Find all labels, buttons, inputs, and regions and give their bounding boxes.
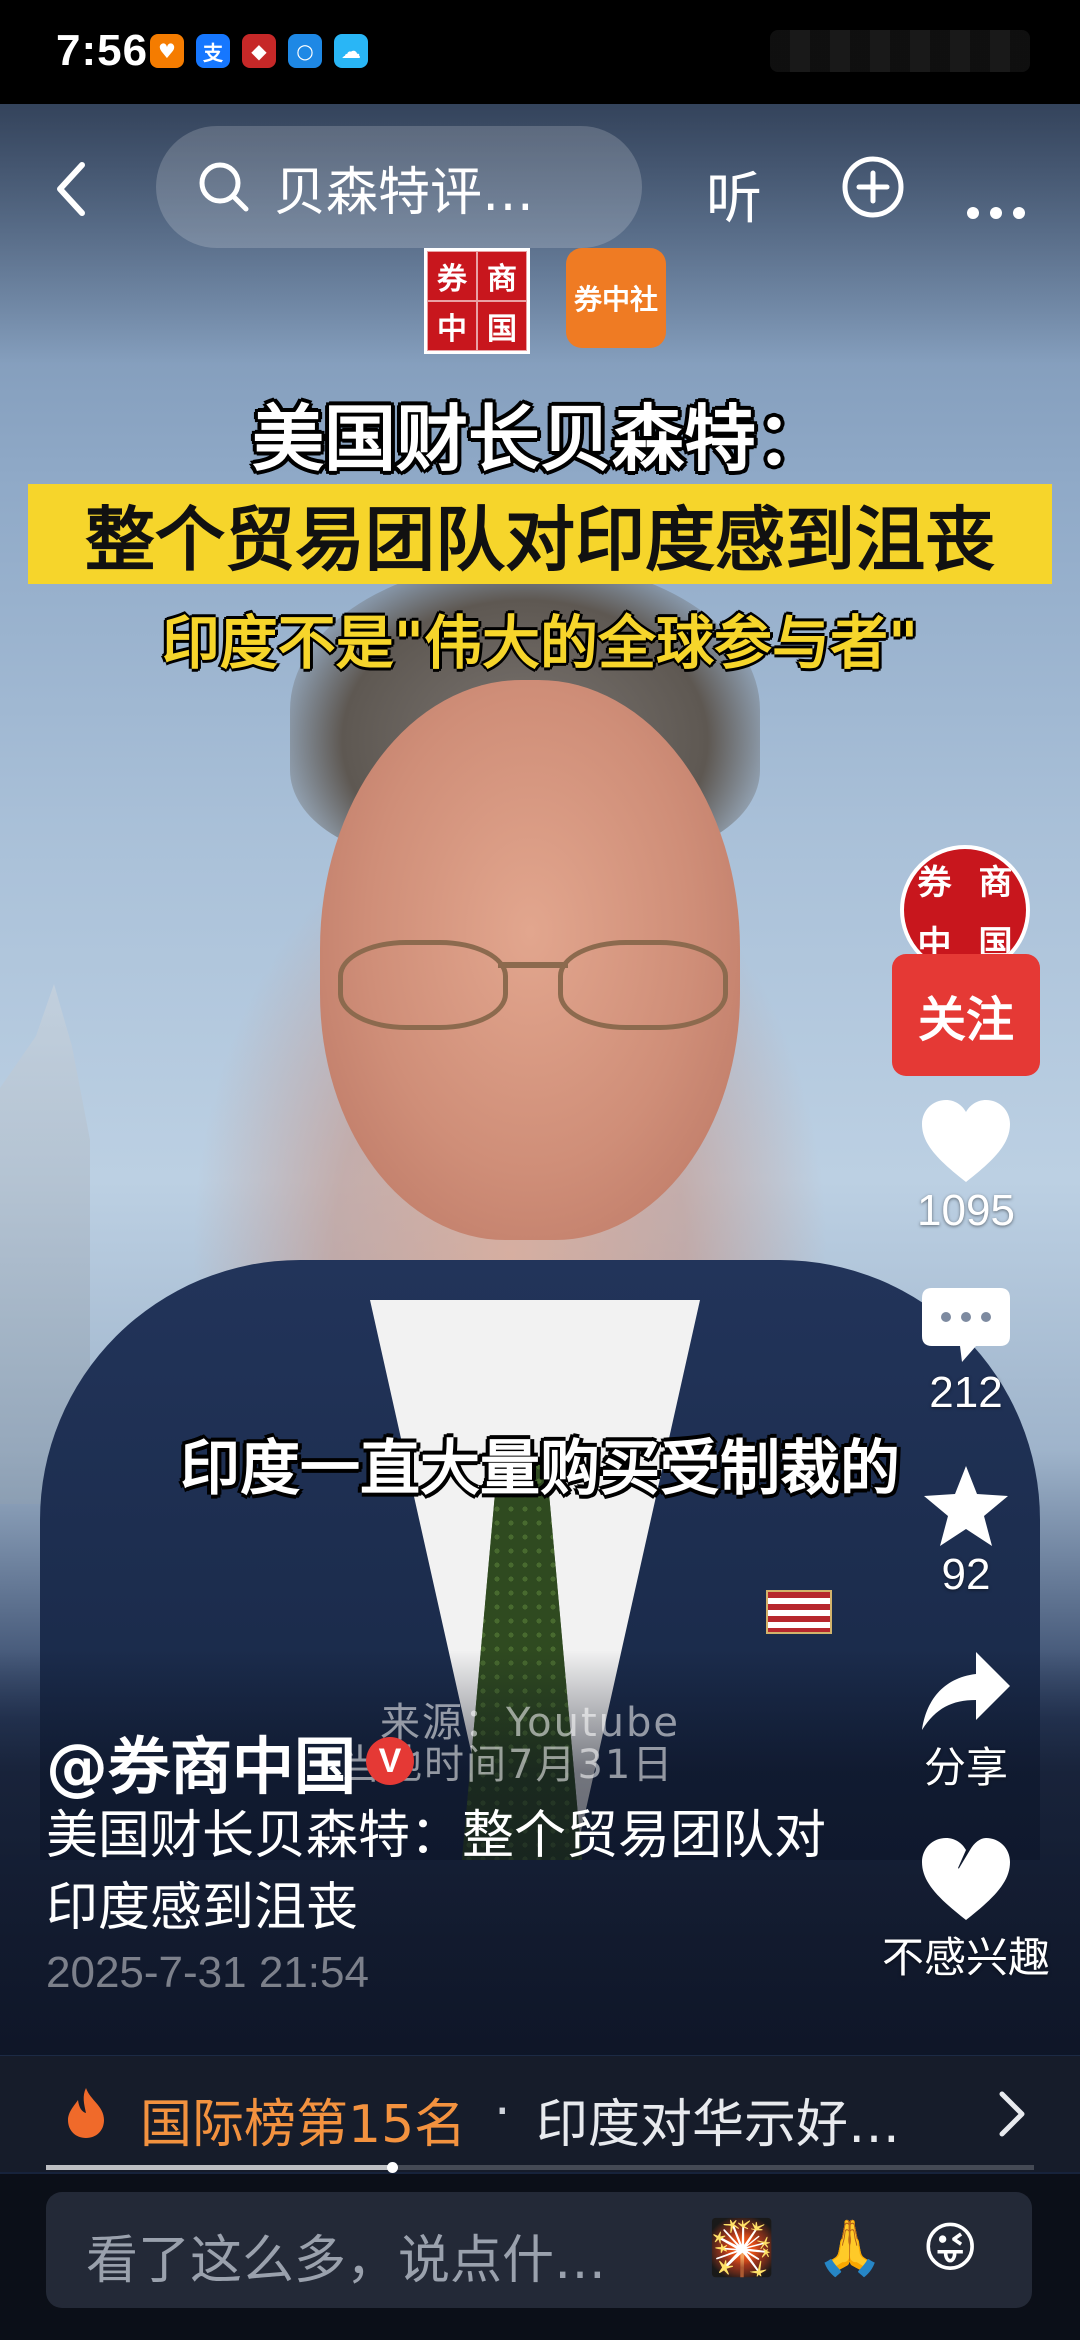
follow-button[interactable]: 关注: [892, 954, 1040, 1076]
search-text: 贝森特评…: [274, 162, 535, 223]
broken-heart-icon: [922, 1838, 1010, 1920]
video-headline-line-2: 整个贸易团队对印度感到沮丧: [28, 484, 1052, 584]
rank-topic: 印度对华示好…: [536, 2095, 901, 2155]
heart-icon: [922, 1100, 1010, 1182]
rank-label: 国际榜第15名: [140, 2095, 467, 2155]
not-interested-label: 不感兴趣: [881, 1933, 1050, 1982]
share-label: 分享: [923, 1743, 1008, 1792]
video-progress-handle[interactable]: [386, 2162, 398, 2173]
comment-placeholder: 看了这么多，说点什…: [86, 2231, 607, 2291]
post-date: 2025-7-31 21:54: [46, 1948, 369, 1997]
comment-bubble-icon: [922, 1288, 1010, 1362]
comment-bar: 看了这么多，说点什… 🎇 🙏 😜: [0, 2174, 1080, 2340]
video-progress-bar[interactable]: [46, 2162, 1034, 2173]
fire-icon: [68, 2088, 104, 2138]
favorite-button[interactable]: 92: [890, 1462, 1042, 1600]
post-description[interactable]: 美国财长贝森特：整个贸易团队对印度感到沮丧: [46, 1800, 846, 1944]
add-button[interactable]: [838, 152, 908, 222]
search-app-icon: ○: [288, 34, 322, 68]
video-headline-line-1: 美国财长贝森特：: [251, 397, 828, 481]
like-count: 1095: [917, 1186, 1015, 1235]
more-dots-icon: [967, 207, 1025, 219]
flag-pin: [766, 1590, 832, 1634]
status-time: 7:56: [56, 26, 149, 75]
weather-app-icon: ☁: [334, 34, 368, 68]
share-button[interactable]: 分享: [890, 1648, 1042, 1795]
comment-count: 212: [929, 1368, 1003, 1417]
video-logos: 券 商 中 国 券中社: [424, 248, 666, 354]
rank-banner[interactable]: 国际榜第15名 · 印度对华示好…: [0, 2056, 1080, 2172]
back-button[interactable]: [40, 154, 100, 224]
brand-seal-logo: 券 商 中 国: [424, 248, 530, 354]
status-bar: 7:56 ♥ 支 ◆ ○ ☁: [0, 0, 1080, 104]
star-icon: [924, 1466, 1008, 1546]
comment-button[interactable]: 212: [890, 1284, 1042, 1418]
listen-button[interactable]: 听: [706, 154, 762, 235]
app-notification-icon: ♥: [150, 34, 184, 68]
speaker-glasses: [338, 940, 728, 1030]
news-app-icon: ◆: [242, 34, 276, 68]
chevron-left-icon: [57, 162, 85, 216]
rank-separator: ·: [494, 2082, 511, 2142]
status-app-icons: ♥ 支 ◆ ○ ☁: [150, 34, 368, 68]
share-arrow-icon: [922, 1652, 1010, 1730]
plus-circle-icon: [842, 156, 904, 218]
like-button[interactable]: 1095: [890, 1098, 1042, 1236]
alipay-icon: 支: [196, 34, 230, 68]
comment-input[interactable]: 看了这么多，说点什… 🎇 🙏 😜: [46, 2192, 1032, 2308]
search-bar[interactable]: 贝森特评…: [156, 126, 642, 248]
fireworks-emoji-button[interactable]: 🎇: [708, 2218, 775, 2278]
not-interested-button[interactable]: 不感兴趣: [860, 1836, 1072, 1985]
favorite-count: 92: [941, 1550, 991, 1599]
brand-badge-logo: 券中社: [566, 248, 666, 348]
more-options-button[interactable]: [966, 170, 1026, 233]
status-indicators: [770, 30, 1030, 72]
author-handle[interactable]: @券商中国: [46, 1716, 356, 1806]
video-progress-fill: [46, 2165, 392, 2170]
wink-emoji-button[interactable]: 😜: [922, 2218, 978, 2278]
video-headline-line-3: 印度不是"伟大的全球参与者": [161, 609, 919, 677]
chevron-right-icon: [999, 2091, 1025, 2137]
pray-emoji-button[interactable]: 🙏: [816, 2218, 883, 2278]
verified-badge: V: [366, 1737, 415, 1785]
author-name[interactable]: @券商中国 V: [46, 1716, 415, 1806]
search-icon: [199, 162, 249, 212]
